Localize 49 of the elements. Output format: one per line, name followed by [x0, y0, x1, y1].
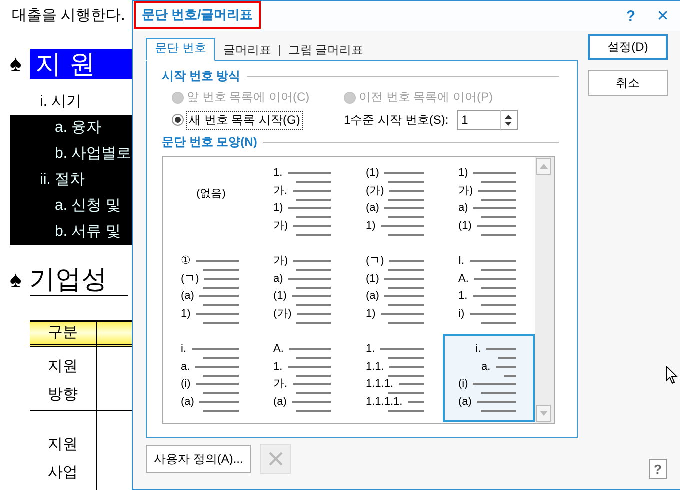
style-option[interactable]: (없음) — [165, 158, 258, 246]
style-option[interactable]: 1) 가) a) (1) — [442, 158, 535, 246]
table-header: 구분 — [30, 322, 97, 347]
tab[interactable]: 글머리표 — [215, 41, 280, 60]
x-icon — [268, 452, 283, 466]
style-option[interactable]: 1. 1.1. 1.1.1. 1.1.1.1. — [350, 334, 442, 422]
scroll-down-icon[interactable] — [540, 411, 548, 416]
scroll-up-icon[interactable] — [540, 164, 548, 169]
tab[interactable]: 그림 글머리표 — [280, 41, 372, 60]
style-option[interactable]: i. a. (i) (a) — [442, 334, 535, 422]
spin-field[interactable]: 1 — [456, 110, 501, 130]
field-label: 1수준 시작 번호(S): — [344, 112, 449, 128]
spin-up-icon[interactable] — [505, 114, 512, 118]
outline-item: a. 융자 — [10, 115, 132, 141]
heading-text: 지원 — [30, 49, 132, 79]
outline-item: a. 신청 및 — [10, 193, 132, 219]
style-option[interactable]: A. 1. 가. (a) — [258, 334, 350, 422]
table-cell: 지원 사업 — [30, 411, 97, 490]
style-option[interactable]: (1) (가) (a) 1) — [350, 158, 442, 246]
bullet-glyph: ♠ — [10, 266, 22, 292]
style-option[interactable]: i. a. (i) (a) — [165, 334, 258, 422]
style-option[interactable]: 가) a) (1) (가) — [258, 246, 350, 334]
help-button[interactable]: ? — [616, 8, 646, 24]
help-button[interactable]: ? — [649, 459, 667, 479]
bullet-glyph: ♠ — [10, 51, 22, 77]
scrollbar[interactable] — [535, 157, 554, 423]
custom-button[interactable]: 사용자 정의(A)... — [146, 445, 252, 473]
group-title: 문단 번호 모양(N) — [162, 134, 258, 151]
group-title: 시작 번호 방식 — [162, 68, 241, 85]
radio-button[interactable] — [172, 114, 184, 126]
dialog-button[interactable]: 설정(D) — [588, 34, 668, 60]
body-text: 대출을 시행한다. — [11, 6, 126, 25]
style-option[interactable]: 1. 가. 1) 가) — [258, 158, 350, 246]
spin-down-icon[interactable] — [505, 122, 512, 126]
tab[interactable]: 문단 번호 — [146, 38, 216, 61]
outline-item: ii. 절차 — [10, 167, 132, 193]
spin-buttons[interactable] — [500, 110, 518, 130]
outline-item: b. 서류 및 — [10, 219, 132, 245]
dialog-title: 문단 번호/글머리표 — [134, 1, 262, 29]
style-option[interactable]: I. A. 1. i) — [442, 246, 535, 334]
table-cell: 지원 방향 — [30, 347, 97, 411]
outline-item: b. 사업별로 — [10, 141, 132, 167]
radio-label[interactable]: 새 번호 목록 시작(G) — [187, 112, 302, 128]
style-option[interactable]: ① (ㄱ) (a) 1) — [165, 246, 258, 334]
dialog-button[interactable]: 취소 — [588, 70, 668, 96]
style-option[interactable]: (ㄱ) (1) (a) 1) — [350, 246, 442, 334]
heading-text: 기업성 — [30, 263, 128, 296]
close-button[interactable]: ✕ — [646, 7, 680, 25]
outline-item: i. 시기 — [39, 92, 83, 112]
